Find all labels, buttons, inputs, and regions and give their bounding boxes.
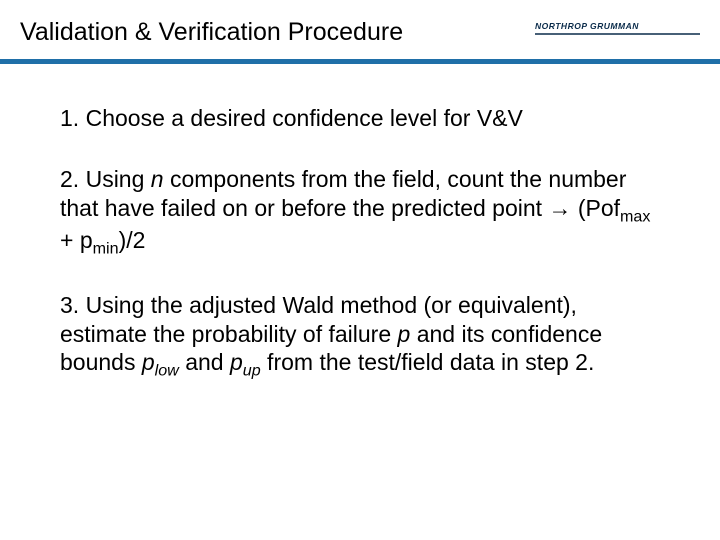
subscript-low: low [155,362,179,380]
slide-title: Validation & Verification Procedure [20,18,403,47]
slide-header: Validation & Verification Procedure NORT… [0,0,720,55]
subscript-min: min [93,240,119,258]
svg-text:NORTHROP GRUMMAN: NORTHROP GRUMMAN [535,21,639,31]
step-2-prefix: Using [86,166,151,192]
step-2: 2. Using n components from the field, co… [60,165,660,259]
subscript-up: up [243,362,261,380]
arrow-icon: → [548,195,571,221]
slide-content: 1. Choose a desired confidence level for… [0,64,720,433]
step-1-text: Choose a desired confidence level for V&… [86,105,523,131]
step-2-number: 2. [60,166,79,192]
step-3: 3. Using the adjusted Wald method (or eq… [60,291,660,381]
variable-p: p [398,321,411,347]
formula-mid: + p [60,227,93,253]
northrop-grumman-logo: NORTHROP GRUMMAN [535,19,700,47]
step-3-text-4: from the test/field data in step 2. [261,349,595,375]
step-3-text-3: and [179,349,230,375]
formula-open: (Pof [571,195,620,221]
subscript-max: max [620,207,650,225]
step-1: 1. Choose a desired confidence level for… [60,104,660,133]
variable-p-up: p [230,349,243,375]
formula-close: )/2 [119,227,146,253]
variable-n: n [151,166,164,192]
step-3-number: 3. [60,292,79,318]
variable-p-low: p [142,349,155,375]
step-1-number: 1. [60,105,79,131]
